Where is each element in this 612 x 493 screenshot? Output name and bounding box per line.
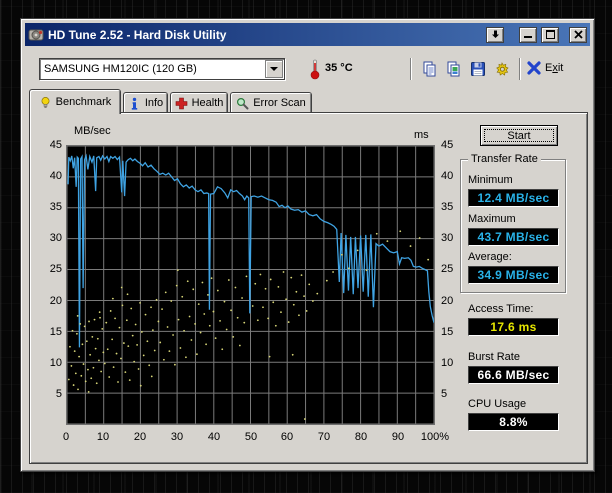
info-icon xyxy=(128,97,141,110)
minimize-icon xyxy=(524,31,532,38)
close-button[interactable] xyxy=(569,27,587,43)
copy-image-button[interactable] xyxy=(443,59,465,79)
y-tick-label: 20 xyxy=(441,295,467,307)
maximize-icon xyxy=(546,30,555,39)
y-tick-label: 40 xyxy=(36,170,62,182)
tab-label: Info xyxy=(145,97,163,109)
y-tick-label: 20 xyxy=(36,295,62,307)
copy-image-icon xyxy=(446,61,462,77)
x-tick-label: 90 xyxy=(392,431,404,443)
benchmark-page: MB/sec ms 45403530252015105 454035302520… xyxy=(29,112,588,464)
tab-error-scan[interactable]: Error Scan xyxy=(230,92,312,113)
x-tick-label: 70 xyxy=(318,431,330,443)
x-tick-label: 0 xyxy=(63,431,69,443)
drive-selector-value: SAMSUNG HM120IC (120 GB) xyxy=(40,63,265,75)
maximum-label: Maximum xyxy=(468,213,516,225)
x-tick-label: 20 xyxy=(134,431,146,443)
exit-label: Exit xyxy=(545,62,563,74)
y-tick-label: 25 xyxy=(36,263,62,275)
desktop: { "window": { "title": "HD Tune 2.52 - H… xyxy=(0,0,612,493)
tab-strip: Benchmark Info Health Error Scan xyxy=(21,89,594,113)
y-tick-label: 45 xyxy=(36,139,62,151)
health-cross-icon xyxy=(175,97,188,110)
average-value-display: 34.9 MB/sec xyxy=(468,266,559,284)
hdtune-window: HD Tune 2.52 - Hard Disk Utility SAMSUNG… xyxy=(20,18,595,472)
y-tick-label: 15 xyxy=(441,326,467,338)
x-tick-label: 50 xyxy=(245,431,257,443)
copy-text-button[interactable] xyxy=(419,59,441,79)
right-axis-unit-label: ms xyxy=(414,129,429,141)
close-icon xyxy=(574,30,583,39)
drive-selector-dropdown-button[interactable] xyxy=(265,60,283,78)
burst-rate-label: Burst Rate xyxy=(468,351,520,363)
window-title: HD Tune 2.52 - Hard Disk Utility xyxy=(48,28,482,42)
exit-button[interactable]: Exit xyxy=(527,61,563,75)
roll-down-button[interactable] xyxy=(486,27,504,43)
start-button[interactable]: Start xyxy=(480,125,558,146)
save-button[interactable] xyxy=(467,59,489,79)
y-tick-label: 10 xyxy=(36,357,62,369)
tab-benchmark[interactable]: Benchmark xyxy=(29,89,121,114)
y-tick-label: 10 xyxy=(441,357,467,369)
drive-selector[interactable]: SAMSUNG HM120IC (120 GB) xyxy=(39,58,285,80)
copy-text-icon xyxy=(422,61,438,77)
titlebar[interactable]: HD Tune 2.52 - Hard Disk Utility xyxy=(25,23,590,46)
tab-health[interactable]: Health xyxy=(170,92,228,113)
roll-down-icon xyxy=(491,30,500,39)
x-tick-label: 40 xyxy=(208,431,220,443)
x-tick-label: 100% xyxy=(421,431,449,443)
tab-info[interactable]: Info xyxy=(123,92,168,113)
minimum-label: Minimum xyxy=(468,174,513,186)
toolbar-separator xyxy=(519,58,521,80)
cpu-usage-value-display: 8.8% xyxy=(468,413,559,431)
hdtune-disk-icon xyxy=(28,27,44,43)
maximum-value-display: 43.7 MB/sec xyxy=(468,228,559,246)
start-button-label: Start xyxy=(507,130,530,142)
x-tick-label: 60 xyxy=(281,431,293,443)
magnifier-icon xyxy=(236,97,249,110)
thermometer-icon xyxy=(309,58,321,80)
tab-label: Benchmark xyxy=(56,96,112,108)
access-time-label: Access Time: xyxy=(468,303,533,315)
x-tick-label: 30 xyxy=(171,431,183,443)
minimum-value-display: 12.4 MB/sec xyxy=(468,189,559,207)
temperature-value: 35 °C xyxy=(325,62,353,74)
maximize-button[interactable] xyxy=(541,27,559,43)
burst-rate-value-display: 66.6 MB/sec xyxy=(468,366,559,384)
save-icon xyxy=(470,61,486,77)
y-tick-label: 5 xyxy=(36,388,62,400)
plot-svg xyxy=(66,145,435,425)
transfer-rate-group-label: Transfer Rate xyxy=(468,153,541,165)
average-label: Average: xyxy=(468,251,512,263)
cpu-usage-label: CPU Usage xyxy=(468,398,526,410)
tab-label: Health xyxy=(192,97,224,109)
toolbar: SAMSUNG HM120IC (120 GB) 35 °C xyxy=(21,51,594,85)
y-tick-label: 5 xyxy=(441,388,467,400)
x-tick-label: 10 xyxy=(97,431,109,443)
options-button[interactable] xyxy=(491,59,513,79)
y-tick-label: 15 xyxy=(36,326,62,338)
exit-x-icon xyxy=(527,61,541,75)
toolbar-separator xyxy=(410,58,412,80)
y-tick-label: 30 xyxy=(36,232,62,244)
lamp-icon xyxy=(39,96,52,109)
tab-label: Error Scan xyxy=(253,97,306,109)
access-time-value-display: 17.6 ms xyxy=(468,318,559,336)
chevron-down-icon xyxy=(270,67,278,71)
y-tick-label: 45 xyxy=(441,139,467,151)
left-axis-unit-label: MB/sec xyxy=(74,125,111,137)
benchmark-chart: MB/sec ms 45403530252015105 454035302520… xyxy=(30,113,460,465)
minimize-button[interactable] xyxy=(519,27,537,43)
y-tick-label: 35 xyxy=(36,201,62,213)
x-tick-label: 80 xyxy=(355,431,367,443)
options-icon xyxy=(494,61,510,77)
